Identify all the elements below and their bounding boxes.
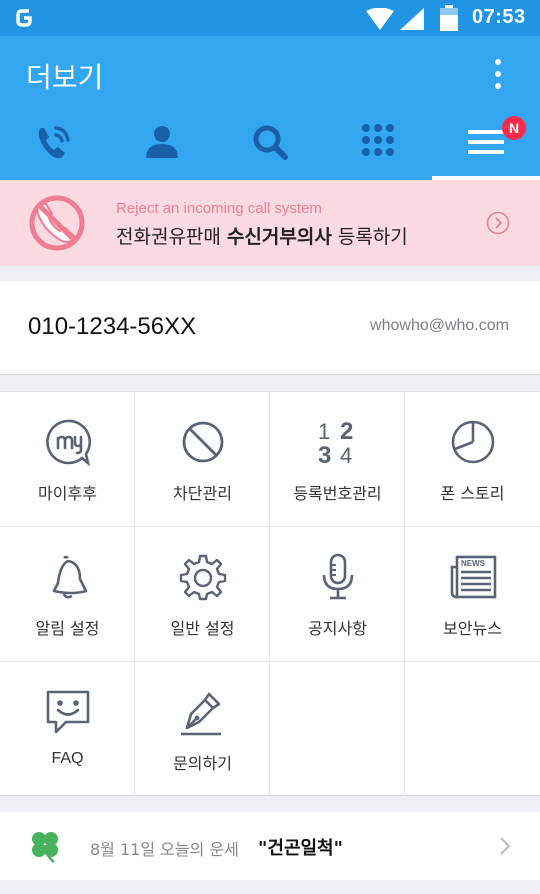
menu-empty-cell <box>405 662 540 797</box>
contact-person-icon <box>146 126 178 158</box>
numbers-glyph-2: 2 <box>340 418 353 445</box>
clover-icon <box>32 832 58 863</box>
numbers-glyph-3: 3 <box>318 442 331 466</box>
menu-item-label: 등록번호관리 <box>293 484 382 503</box>
hamburger-menu-icon <box>468 130 504 154</box>
menu-item-label: 문의하기 <box>173 754 232 773</box>
numbers-icon: 1 2 3 4 <box>318 418 353 466</box>
menu-item-inquiry[interactable]: 문의하기 <box>135 662 270 797</box>
menu-item-general-settings[interactable]: 일반 설정 <box>135 527 270 662</box>
fortune-date: 8월 11일 오늘의 운세 <box>90 840 239 859</box>
menu-item-notification-settings[interactable]: 알림 설정 <box>0 527 135 662</box>
menu-item-label: 보안뉴스 <box>443 619 502 638</box>
menu-grid: 마이후후 차단관리 1 2 3 4 등록번호관리 폰 스토리 알림 설정 일반 … <box>0 391 540 797</box>
menu-item-registered-numbers[interactable]: 1 2 3 4 등록번호관리 <box>270 392 405 527</box>
menu-item-label: FAQ <box>51 750 84 767</box>
menu-item-label: 폰 스토리 <box>440 484 505 503</box>
numbers-glyph-4: 4 <box>340 443 352 466</box>
tab-bar: N <box>0 112 540 180</box>
tab-dialpad[interactable] <box>324 112 432 180</box>
my-chat-bubble-icon <box>46 419 92 466</box>
no-call-icon <box>29 195 85 251</box>
do-not-call-banner[interactable]: Reject an incoming call system 전화권유판매 수신… <box>0 180 540 266</box>
wifi-icon <box>366 8 394 30</box>
menu-item-label: 일반 설정 <box>170 619 235 638</box>
menu-item-block-management[interactable]: 차단관리 <box>135 392 270 527</box>
menu-item-faq[interactable]: FAQ <box>0 662 135 797</box>
tab-more[interactable]: N <box>432 112 540 180</box>
menu-item-label: 공지사항 <box>308 619 367 638</box>
battery-icon <box>440 5 458 31</box>
numbers-glyph-1: 1 <box>318 419 330 444</box>
tab-calls[interactable] <box>0 112 108 180</box>
pen-nib-icon <box>181 692 221 736</box>
tab-search[interactable] <box>216 112 324 180</box>
account-email: whowho@who.com <box>370 317 509 334</box>
newspaper-glyph: NEWS <box>461 559 486 568</box>
clock: 07:53 <box>472 6 526 28</box>
phone-number: 010-1234-56XX <box>28 313 197 340</box>
menu-item-label: 마이후후 <box>38 484 97 503</box>
new-badge: N <box>502 116 526 140</box>
chevron-right-circle-icon[interactable] <box>486 211 510 235</box>
menu-item-notices[interactable]: 공지사항 <box>270 527 405 662</box>
status-bar: 07:53 <box>0 0 540 36</box>
newspaper-icon: NEWS <box>450 555 497 599</box>
app-notification-icon <box>16 9 32 27</box>
signal-icon <box>400 8 424 30</box>
daily-fortune-bar[interactable]: 8월 11일 오늘의 운세 "건곤일척" <box>0 812 540 880</box>
tab-contacts[interactable] <box>108 112 216 180</box>
dialpad-icon <box>362 124 394 156</box>
block-icon <box>182 421 224 463</box>
menu-item-label: 알림 설정 <box>35 619 100 638</box>
banner-subtitle: Reject an incoming call system <box>116 200 322 217</box>
pie-chart-icon <box>451 420 495 464</box>
microphone-icon <box>322 553 354 600</box>
chevron-right-icon[interactable] <box>498 836 512 856</box>
gear-icon <box>179 554 227 601</box>
menu-item-security-news[interactable]: NEWS 보안뉴스 <box>405 527 540 662</box>
smiley-chat-icon <box>46 690 90 734</box>
menu-item-label: 차단관리 <box>173 484 232 503</box>
bell-icon <box>52 555 88 599</box>
menu-item-phone-story[interactable]: 폰 스토리 <box>405 392 540 527</box>
page-title: 더보기 <box>26 61 104 94</box>
phone-call-icon <box>38 126 70 159</box>
overflow-menu-icon[interactable] <box>484 56 512 96</box>
app-header: 더보기 N <box>0 36 540 180</box>
menu-item-my-whowho[interactable]: 마이후후 <box>0 392 135 527</box>
fortune-word: "건곤일척" <box>258 838 343 859</box>
account-card[interactable]: 010-1234-56XX whowho@who.com <box>0 281 540 375</box>
menu-empty-cell <box>270 662 405 797</box>
search-icon <box>253 125 288 160</box>
banner-title: 전화권유판매 수신거부의사 등록하기 <box>116 226 408 248</box>
